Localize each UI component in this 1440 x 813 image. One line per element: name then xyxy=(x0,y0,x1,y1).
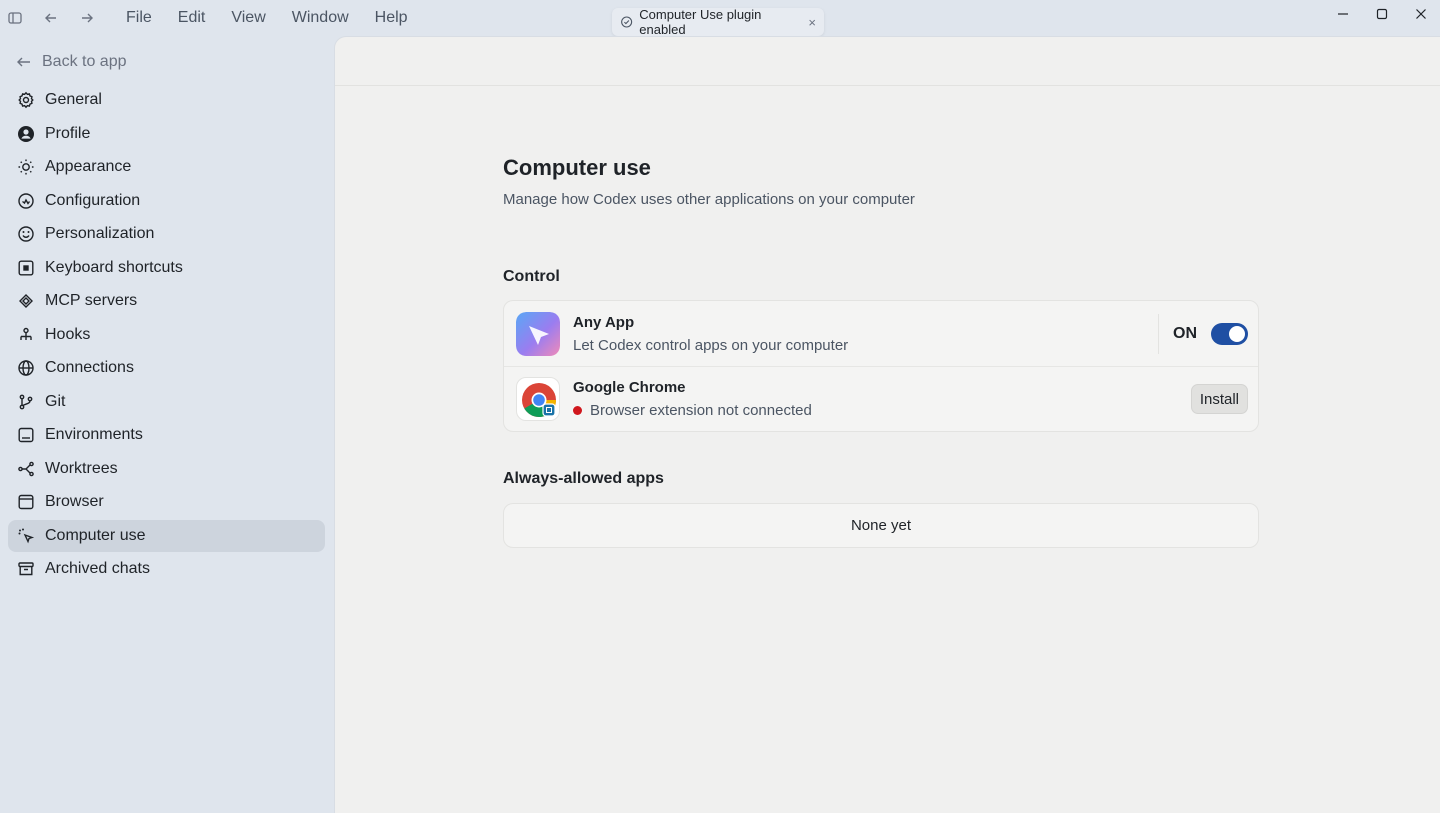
status-error-dot xyxy=(573,406,582,415)
sun-icon xyxy=(18,159,34,175)
sidebar-toggle-icon[interactable] xyxy=(1,4,29,32)
minimize-icon[interactable] xyxy=(1323,0,1362,28)
config-icon xyxy=(18,192,34,209)
sidebar-item-label: Git xyxy=(45,392,66,410)
computer-use-settings: Computer use Manage how Codex uses other… xyxy=(503,155,1259,548)
maximize-icon[interactable] xyxy=(1362,0,1401,28)
chrome-status-text: Browser extension not connected xyxy=(590,402,812,419)
settings-main-panel: Computer use Manage how Codex uses other… xyxy=(334,36,1440,813)
sidebar-item-label: Archived chats xyxy=(45,560,150,577)
sidebar-item-label: General xyxy=(45,91,102,108)
any-app-icon xyxy=(516,311,560,356)
sidebar-item-connections[interactable]: Connections xyxy=(8,352,325,384)
toast-close-icon[interactable]: × xyxy=(808,15,816,30)
page-subtitle: Manage how Codex uses other applications… xyxy=(503,191,915,208)
toggle-state-label: ON xyxy=(1173,324,1197,342)
install-button[interactable]: Install xyxy=(1190,384,1248,414)
sidebar-item-appearance[interactable]: Appearance xyxy=(8,151,325,183)
browser-icon xyxy=(18,494,34,510)
sidebar-item-label: Personalization xyxy=(45,225,155,242)
sidebar-item-label: Computer use xyxy=(45,526,146,544)
window-controls xyxy=(1323,0,1440,28)
back-label: Back to app xyxy=(42,53,127,70)
toast-text: Computer Use plugin enabled xyxy=(639,7,762,37)
sidebar-item-browser[interactable]: Browser xyxy=(8,486,325,518)
title-bar: File Edit View Window Help Computer Use … xyxy=(0,0,1440,37)
settings-nav: General Profile Appearance Configuration… xyxy=(0,84,334,585)
sidebar-item-hooks[interactable]: Hooks xyxy=(8,319,325,351)
google-chrome-row: Google Chrome Browser extension not conn… xyxy=(504,366,1258,431)
sidebar-item-label: Environments xyxy=(45,426,143,443)
sidebar-item-general[interactable]: General xyxy=(8,84,325,116)
row-divider xyxy=(1158,313,1159,354)
always-allowed-title: Always-allowed apps xyxy=(503,470,664,487)
archive-icon xyxy=(18,562,34,576)
chrome-icon xyxy=(516,377,560,421)
close-window-icon[interactable] xyxy=(1401,0,1440,28)
notification-toast: Computer Use plugin enabled × xyxy=(612,7,824,37)
sidebar-item-label: Profile xyxy=(45,124,91,142)
sidebar-item-personalization[interactable]: Personalization xyxy=(8,218,325,250)
sidebar-item-label: Worktrees xyxy=(45,459,118,477)
sidebar-item-worktrees[interactable]: Worktrees xyxy=(8,453,325,485)
any-app-toggle[interactable] xyxy=(1211,322,1248,345)
page-title: Computer use xyxy=(503,155,651,180)
hooks-icon xyxy=(20,327,32,340)
any-app-description: Let Codex control apps on your computer xyxy=(573,337,848,354)
sidebar-item-archived-chats[interactable]: Archived chats xyxy=(8,553,325,585)
sidebar-item-configuration[interactable]: Configuration xyxy=(8,185,325,217)
chrome-status: Browser extension not connected xyxy=(573,402,812,419)
always-allowed-empty: None yet xyxy=(503,503,1259,548)
menu-bar: File Edit View Window Help xyxy=(113,0,421,36)
menu-edit[interactable]: Edit xyxy=(165,0,219,36)
smile-icon xyxy=(18,226,34,242)
globe-icon xyxy=(18,360,34,376)
sidebar-item-keyboard-shortcuts[interactable]: Keyboard shortcuts xyxy=(8,252,325,284)
sidebar-item-label: Configuration xyxy=(45,191,141,209)
settings-sidebar: Back to app General Profile Appearance C… xyxy=(0,44,334,587)
sidebar-item-label: Connections xyxy=(45,359,134,376)
control-section-title: Control xyxy=(503,268,560,285)
chrome-title: Google Chrome xyxy=(573,379,686,396)
sidebar-item-profile[interactable]: Profile xyxy=(8,118,325,150)
mcp-icon xyxy=(19,294,33,308)
sidebar-item-git[interactable]: Git xyxy=(8,386,325,418)
sidebar-item-label: MCP servers xyxy=(45,292,138,309)
monitor-icon xyxy=(18,427,34,443)
control-card: Any App Let Codex control apps on your c… xyxy=(503,300,1259,432)
sidebar-item-label: Appearance xyxy=(45,158,132,175)
user-icon xyxy=(18,125,34,142)
back-arrow-icon[interactable] xyxy=(37,4,65,32)
any-app-title: Any App xyxy=(573,313,635,331)
computer-use-icon xyxy=(18,528,35,543)
gear-icon xyxy=(18,91,34,109)
back-to-app-link[interactable]: Back to app xyxy=(0,44,334,80)
sidebar-item-environments[interactable]: Environments xyxy=(8,419,325,451)
menu-help[interactable]: Help xyxy=(362,0,421,36)
main-header xyxy=(335,37,1440,86)
menu-view[interactable]: View xyxy=(218,0,278,36)
arrow-left-icon xyxy=(17,57,30,67)
menu-window[interactable]: Window xyxy=(279,0,362,36)
check-circle-icon xyxy=(621,16,633,28)
forward-arrow-icon[interactable] xyxy=(73,4,101,32)
sidebar-item-label: Hooks xyxy=(45,325,91,343)
any-app-row: Any App Let Codex control apps on your c… xyxy=(504,301,1258,366)
sidebar-item-label: Keyboard shortcuts xyxy=(45,258,183,276)
menu-file[interactable]: File xyxy=(113,0,165,36)
sidebar-item-computer-use[interactable]: Computer use xyxy=(8,519,325,552)
keyboard-icon xyxy=(18,260,34,276)
any-app-desc-text: Let Codex control apps on your computer xyxy=(573,336,849,354)
sidebar-item-label: Browser xyxy=(45,493,104,510)
worktree-icon xyxy=(18,461,34,476)
git-icon xyxy=(19,394,33,409)
sidebar-item-mcp-servers[interactable]: MCP servers xyxy=(8,285,325,317)
